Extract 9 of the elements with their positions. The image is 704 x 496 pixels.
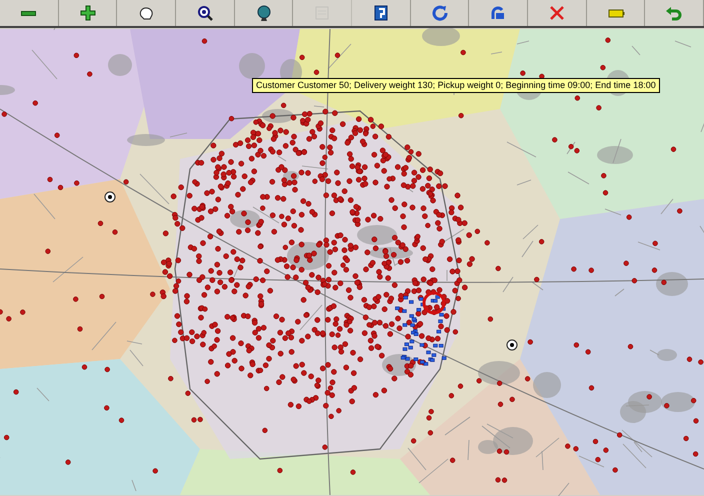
search-icon bbox=[196, 4, 214, 22]
plus-icon bbox=[78, 4, 96, 22]
customer-tooltip: Customer Customer 50; Delivery weight 130; Pickup weight 0; Beginning time 09:00; End time 18:00 bbox=[252, 78, 660, 93]
minus-icon bbox=[21, 10, 36, 16]
refresh-icon bbox=[430, 4, 449, 22]
undo-icon bbox=[665, 4, 684, 22]
document-icon bbox=[372, 4, 390, 22]
close-icon bbox=[548, 4, 566, 22]
globe-icon bbox=[254, 4, 273, 22]
